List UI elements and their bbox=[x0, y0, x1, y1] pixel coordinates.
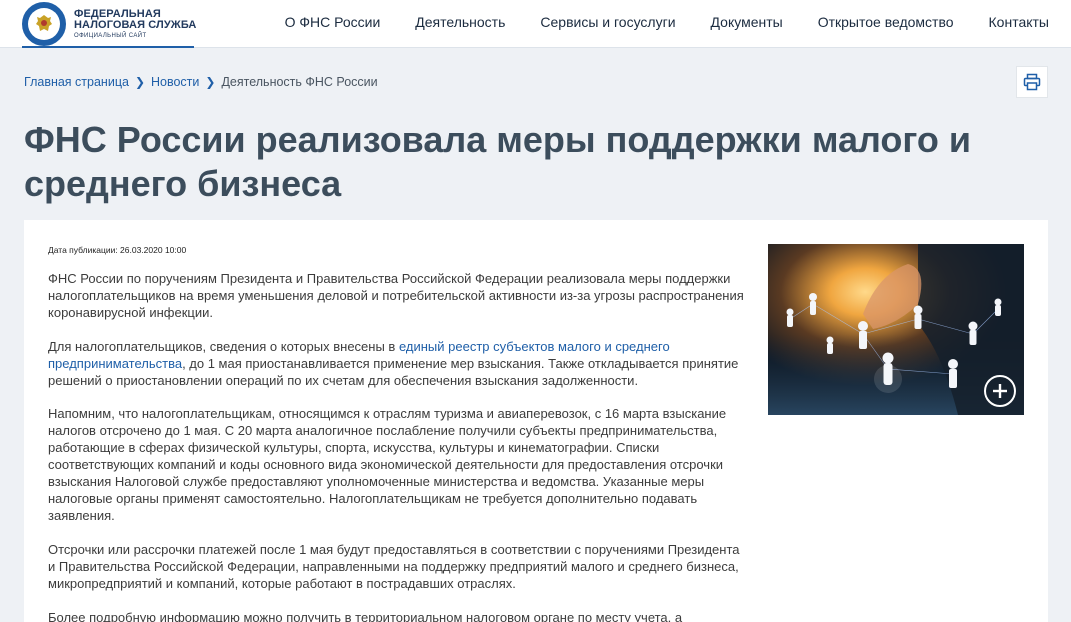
nav-item-contacts[interactable]: Контакты bbox=[989, 14, 1049, 30]
logo-subtitle: ОФИЦИАЛЬНЫЙ САЙТ bbox=[74, 33, 147, 39]
article-paragraph-1: ФНС России по поручениям Президента и Пр… bbox=[48, 271, 744, 320]
print-button[interactable] bbox=[1016, 66, 1048, 98]
main-nav: О ФНС России Деятельность Сервисы и госу… bbox=[250, 0, 1049, 44]
article-paragraph-2: Для налогоплательщиков, сведения о котор… bbox=[48, 339, 748, 390]
chevron-right-icon: ❯ bbox=[205, 75, 216, 89]
printer-icon bbox=[1023, 73, 1041, 91]
nav-item-documents[interactable]: Документы bbox=[711, 14, 783, 30]
site-header: ФЕДЕРАЛЬНАЯ НАЛОГОВАЯ СЛУЖБА ОФИЦИАЛЬНЫЙ… bbox=[0, 0, 1071, 48]
nav-item-about[interactable]: О ФНС России bbox=[285, 14, 381, 30]
logo-title-line2: НАЛОГОВАЯ СЛУЖБА bbox=[74, 19, 197, 31]
page-title: ФНС России реализовала меры поддержки ма… bbox=[24, 119, 972, 204]
breadcrumb-news-link[interactable]: Новости bbox=[151, 75, 199, 89]
breadcrumb-current: Деятельность ФНС России bbox=[221, 75, 378, 89]
article-paragraph-4: Отсрочки или рассрочки платежей после 1 … bbox=[48, 541, 740, 591]
publication-date: Дата публикации: 26.03.2020 10:00 bbox=[48, 245, 187, 255]
chevron-right-icon: ❯ bbox=[134, 75, 145, 89]
article-paragraph-3: Напомним, что налогоплательщикам, относя… bbox=[48, 406, 727, 523]
nav-item-services[interactable]: Сервисы и госуслуги bbox=[540, 14, 675, 30]
nav-item-open-agency[interactable]: Открытое ведомство bbox=[818, 14, 954, 30]
breadcrumb-home-link[interactable]: Главная страница bbox=[24, 75, 129, 89]
logo-underline bbox=[22, 46, 194, 48]
fns-emblem-icon bbox=[22, 2, 66, 46]
nav-item-activity[interactable]: Деятельность bbox=[415, 14, 505, 30]
paragraph-2-text-start: Для налогоплательщиков, сведения о котор… bbox=[48, 338, 399, 354]
site-logo[interactable]: ФЕДЕРАЛЬНАЯ НАЛОГОВАЯ СЛУЖБА ОФИЦИАЛЬНЫЙ… bbox=[22, 0, 196, 48]
article-paragraph-5: Более подробную информацию можно получит… bbox=[48, 609, 683, 622]
article-image[interactable] bbox=[768, 244, 1024, 415]
article-card: Дата публикации: 26.03.2020 10:00 ФНС Ро… bbox=[24, 220, 1048, 622]
article-body: ФНС России по поручениям Президента и Пр… bbox=[48, 271, 748, 622]
breadcrumb: Главная страница ❯ Новости ❯ Деятельност… bbox=[24, 75, 378, 89]
zoom-plus-icon[interactable] bbox=[984, 375, 1016, 407]
